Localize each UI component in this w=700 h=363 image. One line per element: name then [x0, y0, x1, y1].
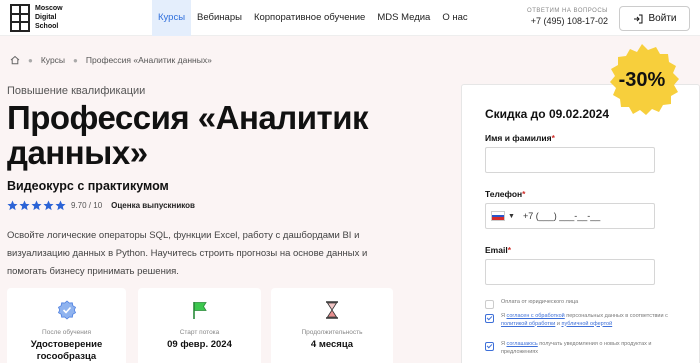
russia-flag-icon[interactable]	[491, 211, 505, 221]
rating-stars	[7, 200, 66, 211]
login-button[interactable]: Войти	[619, 6, 690, 31]
nav-item-about[interactable]: О нас	[436, 0, 473, 36]
rating-label: Оценка выпускников	[111, 201, 195, 210]
page-title: Профессия «Аналитик данных»	[7, 99, 369, 171]
logo[interactable]: Moscow Digital School	[10, 4, 63, 32]
logo-text: Moscow Digital School	[35, 5, 63, 30]
form-title: Скидка до 09.02.2024	[485, 107, 610, 121]
course-description: Освойте логические операторы SQL, функци…	[7, 230, 368, 277]
course-category: Повышение квалификации	[7, 85, 146, 97]
contact-label: ОТВЕТИМ НА ВОПРОСЫ	[527, 8, 608, 14]
policy-link[interactable]: политикой обработки	[501, 321, 555, 327]
card-label: Продолжительность	[301, 329, 363, 336]
chevron-down-icon[interactable]: ▼	[508, 213, 515, 220]
hourglass-icon	[326, 301, 338, 319]
info-card-certificate: После обучения Удостоверение госообразца	[7, 288, 126, 363]
card-value: 09 февр. 2024	[167, 339, 232, 350]
email-field-label: Email*	[485, 245, 511, 255]
name-input[interactable]	[485, 147, 655, 173]
consent-personal-data-checkbox[interactable]	[485, 314, 494, 323]
discount-badge-text: -30%	[618, 69, 666, 91]
phone-placeholder: +7 (___) ___-__-__	[522, 211, 601, 221]
breadcrumb-link-courses[interactable]: Курсы	[41, 55, 65, 65]
nav-item-webinars[interactable]: Вебинары	[191, 0, 248, 36]
info-card-duration: Продолжительность 4 месяца	[271, 288, 393, 363]
consent-personal-data-text: Я согласен с обработкой персональных дан…	[501, 313, 668, 327]
home-icon[interactable]	[10, 55, 20, 65]
phone-field-label: Телефон*	[485, 189, 526, 199]
legal-entity-label: Оплата от юридического лица	[501, 299, 579, 305]
email-input[interactable]	[485, 259, 655, 285]
consent-notifications-checkbox[interactable]	[485, 342, 494, 351]
flag-icon	[192, 302, 207, 319]
legal-entity-checkbox-row[interactable]: Оплата от юридического лица	[485, 299, 685, 309]
star-icon	[31, 200, 42, 211]
nav-item-media[interactable]: MDS Медиа	[371, 0, 436, 36]
breadcrumb-separator: ●	[73, 55, 78, 65]
agree-link[interactable]: соглашаюсь	[507, 341, 538, 347]
breadcrumb-separator: ●	[28, 55, 33, 65]
processing-link[interactable]: согласен с обработкой	[507, 313, 565, 319]
login-label: Войти	[648, 13, 677, 24]
rating-value: 9.70 / 10	[71, 201, 103, 210]
rating: 9.70 / 10 Оценка выпускников	[7, 200, 195, 211]
phone-input[interactable]: ▼ +7 (___) ___-__-__	[485, 203, 655, 229]
info-card-start: Старт потока 09 февр. 2024	[138, 288, 261, 363]
star-icon	[19, 200, 30, 211]
consent-notifications-text: Я соглашаюсь получать уведомления о новы…	[501, 341, 652, 355]
breadcrumb-current: Профессия «Аналитик данных»	[85, 55, 212, 65]
nav-item-corporate[interactable]: Корпоративное обучение	[248, 0, 371, 36]
login-icon	[633, 14, 642, 23]
star-icon	[7, 200, 18, 211]
logo-mark	[10, 4, 30, 32]
consent-notifications-row[interactable]: Я соглашаюсь получать уведомления о новы…	[485, 341, 685, 356]
star-icon	[43, 200, 54, 211]
legal-entity-checkbox[interactable]	[485, 300, 494, 309]
name-field-label: Имя и фамилия*	[485, 133, 555, 143]
consent-personal-data-row[interactable]: Я согласен с обработкой персональных дан…	[485, 313, 685, 328]
offer-link[interactable]: публичной офертой	[561, 321, 612, 327]
breadcrumb: ● Курсы ● Профессия «Аналитик данных»	[10, 55, 212, 65]
contact-phone-link[interactable]: +7 (495) 108-17-02	[508, 16, 608, 26]
nav-item-courses[interactable]: Курсы	[152, 0, 192, 36]
card-value: Удостоверение госообразца	[30, 339, 103, 362]
site-header: Moscow Digital School Курсы Вебинары Кор…	[0, 0, 700, 36]
main-nav: Курсы Вебинары Корпоративное обучение MD…	[152, 0, 474, 36]
course-type: Видеокурс с практикумом	[7, 179, 169, 193]
star-icon	[55, 200, 66, 211]
card-value: 4 месяца	[310, 339, 354, 350]
contact-block: ОТВЕТИМ НА ВОПРОСЫ +7 (495) 108-17-02	[508, 8, 608, 26]
certificate-badge-icon	[57, 300, 76, 320]
card-label: Старт потока	[179, 329, 220, 336]
card-label: После обучения	[42, 329, 91, 336]
